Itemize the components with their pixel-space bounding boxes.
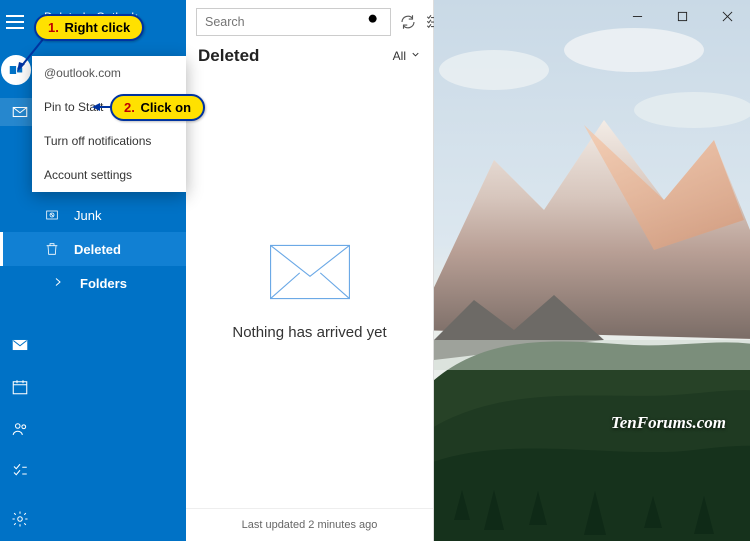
search-icon[interactable]	[366, 12, 382, 33]
callout-2-text: Click on	[140, 100, 191, 115]
message-list-pane: Deleted All Nothing has arrived yet Last…	[186, 0, 434, 541]
filter-dropdown[interactable]: All	[393, 49, 421, 63]
minimize-button[interactable]	[615, 0, 660, 32]
callout-1-num: 1.	[48, 20, 59, 35]
todo-tab-icon[interactable]	[0, 457, 40, 485]
empty-text: Nothing has arrived yet	[232, 324, 386, 341]
watermark-text: TenForums.com	[611, 413, 726, 433]
maximize-button[interactable]	[660, 0, 705, 32]
close-button[interactable]	[705, 0, 750, 32]
folder-label: Junk	[74, 208, 101, 223]
context-menu-header: @outlook.com	[32, 56, 186, 90]
account-context-menu: @outlook.com Pin to Start Turn off notif…	[32, 56, 186, 192]
list-header: Deleted All	[186, 44, 433, 74]
context-menu-turn-off-notifications[interactable]: Turn off notifications	[32, 124, 186, 158]
envelope-icon	[265, 242, 355, 302]
app-root: Deleted - Outlook Archive Junk Deleted	[0, 0, 750, 541]
last-updated: Last updated 2 minutes ago	[186, 508, 433, 541]
search-input[interactable]	[205, 15, 366, 29]
callout-1-text: Right click	[64, 20, 130, 35]
chevron-right-icon	[52, 276, 64, 291]
folders-label: Folders	[80, 276, 127, 291]
chevron-down-icon	[410, 49, 421, 63]
sidebar: Deleted - Outlook Archive Junk Deleted	[0, 0, 186, 541]
mail-tab-icon[interactable]	[0, 331, 40, 359]
callout-1: 1. Right click	[34, 14, 144, 41]
calendar-tab-icon[interactable]	[0, 373, 40, 401]
list-title: Deleted	[198, 46, 259, 66]
empty-state: Nothing has arrived yet	[186, 74, 433, 508]
people-tab-icon[interactable]	[0, 415, 40, 443]
window-controls	[615, 0, 750, 32]
list-toolbar	[186, 0, 433, 44]
refresh-button[interactable]	[399, 10, 417, 34]
trash-icon	[44, 241, 60, 257]
callout-1-pointer	[16, 36, 46, 76]
folder-label: Deleted	[74, 242, 121, 257]
reading-pane: TenForums.com	[434, 0, 750, 541]
junk-icon	[44, 207, 60, 223]
search-box[interactable]	[196, 8, 391, 36]
callout-2: 2. Click on	[110, 94, 205, 121]
context-menu-account-settings[interactable]: Account settings	[32, 158, 186, 192]
hamburger-icon	[6, 15, 24, 29]
settings-icon[interactable]	[0, 505, 40, 533]
callout-2-num: 2.	[124, 100, 135, 115]
desktop-wallpaper	[434, 0, 750, 541]
filter-label: All	[393, 49, 406, 63]
